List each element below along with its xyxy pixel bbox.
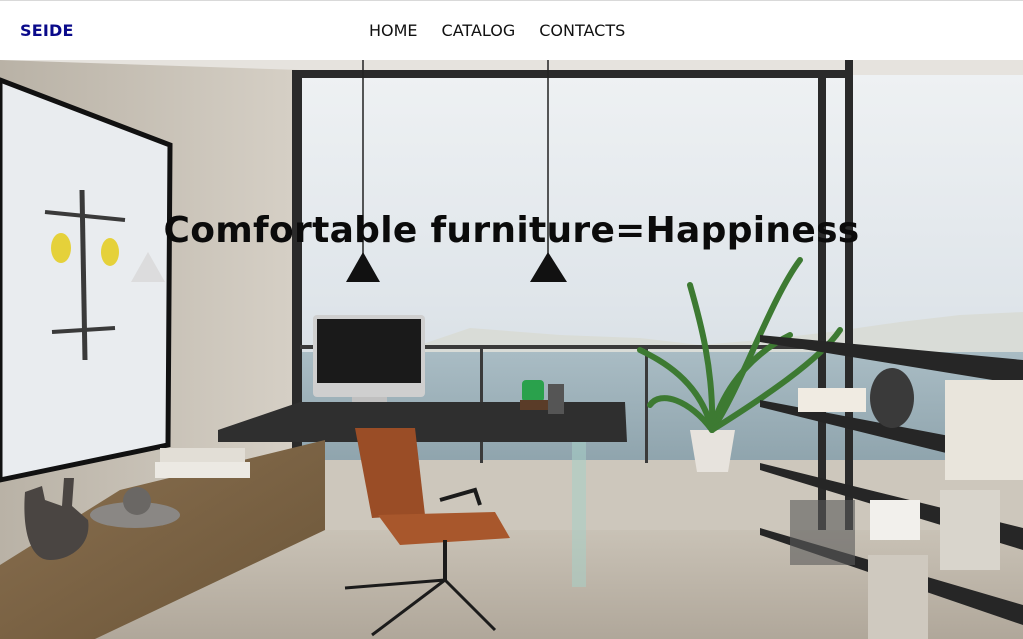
nav-link-catalog[interactable]: CATALOG	[442, 21, 516, 41]
hero-background-image	[0, 60, 1023, 639]
brand-logo[interactable]: SEIDE	[20, 21, 74, 40]
nav-link-contacts[interactable]: CONTACTS	[539, 21, 625, 41]
nav-link-home[interactable]: HOME	[369, 21, 418, 41]
hero-title: Comfortable furniture=Happiness	[163, 210, 860, 251]
top-navbar: SEIDE HOME CATALOG CONTACTS	[0, 0, 1023, 60]
hero-banner: Comfortable furniture=Happiness	[0, 60, 1023, 639]
main-nav: HOME CATALOG CONTACTS	[369, 21, 625, 41]
